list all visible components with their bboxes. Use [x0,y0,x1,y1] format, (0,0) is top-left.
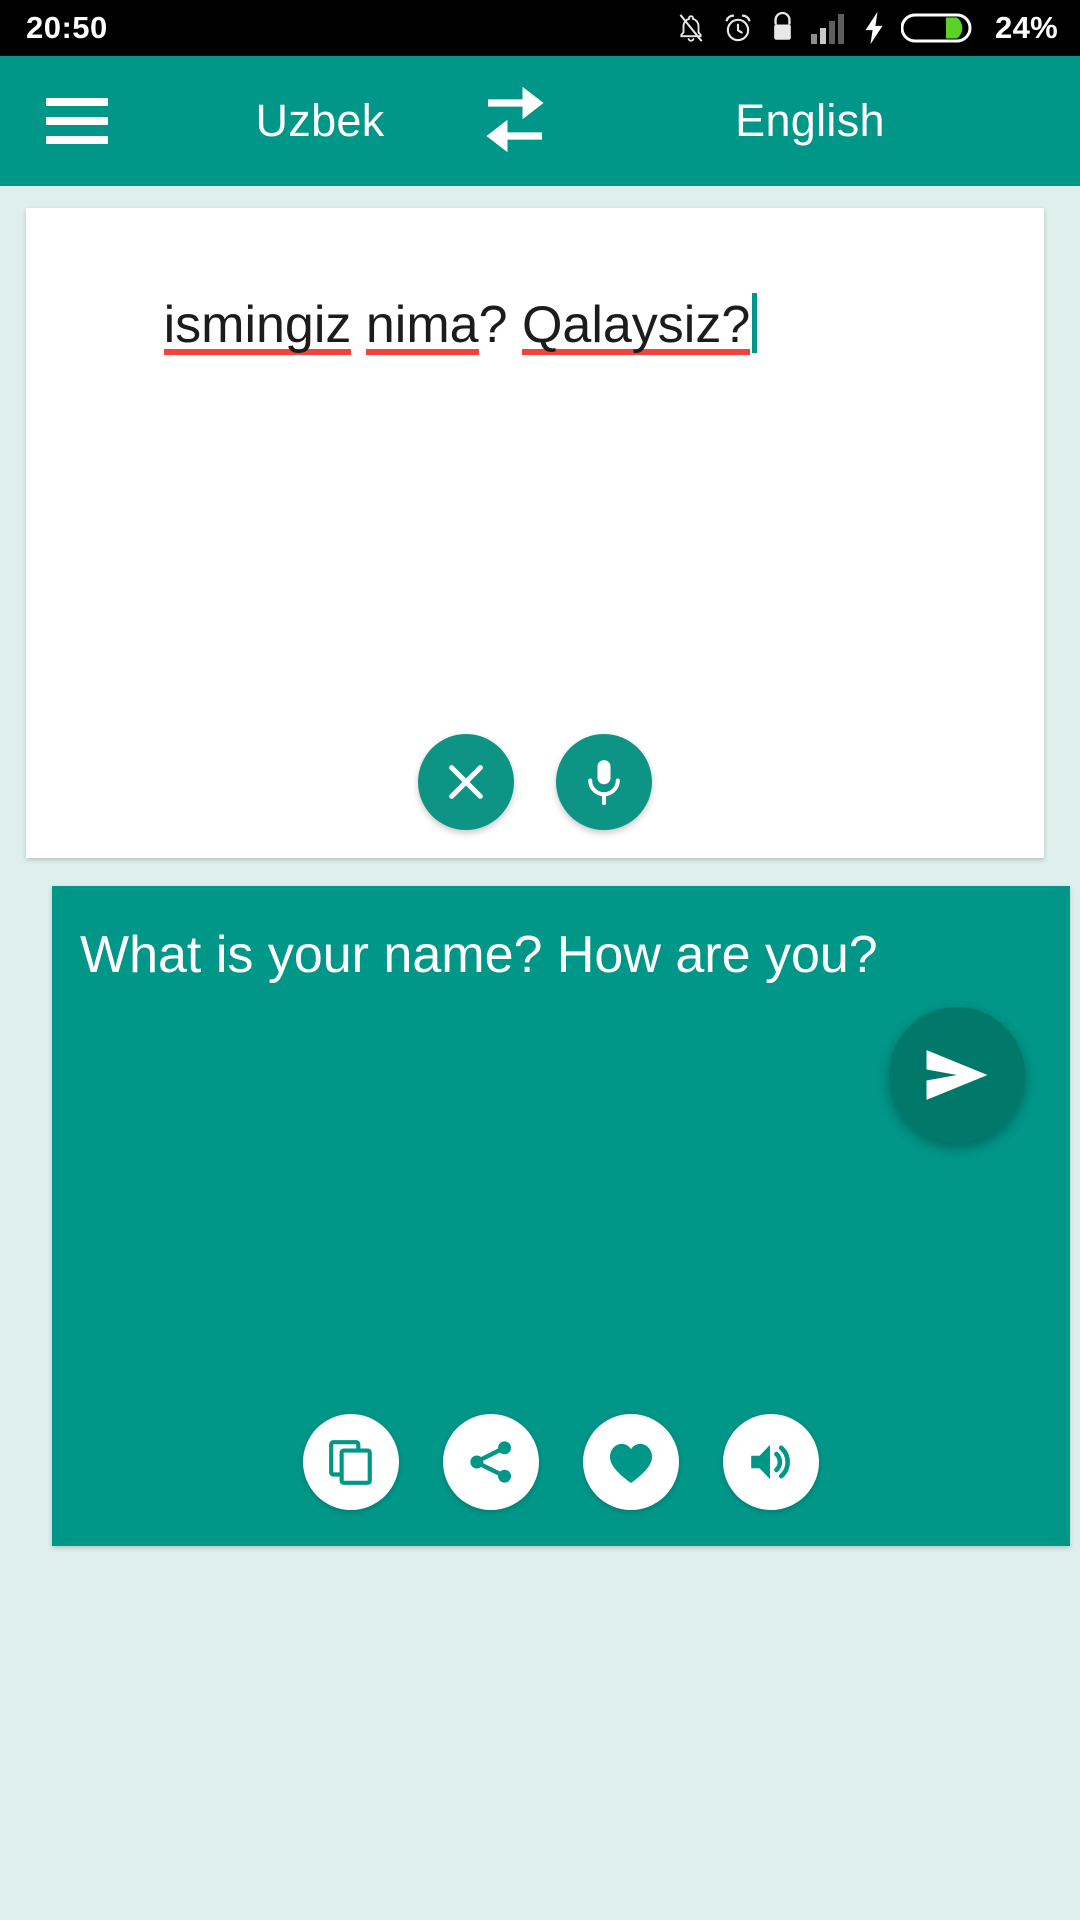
mic-button[interactable] [556,734,652,830]
swap-languages-icon[interactable] [470,82,560,160]
translated-text-card: What is your name? How are you? [52,886,1070,1546]
copy-button[interactable] [303,1414,399,1510]
source-space-1 [351,296,365,354]
battery-percent-label: 24% [995,10,1058,45]
menu-bar-2 [46,117,108,125]
close-icon [449,765,483,799]
favorite-button[interactable] [583,1414,679,1510]
status-bar: 20:50 24% [0,0,1080,56]
status-icon-tray: 24% [676,10,1058,46]
usb-lock-icon [770,11,795,45]
battery-icon [901,11,975,45]
source-word-1: ismingiz [163,296,352,356]
source-language-selector[interactable]: Uzbek [175,95,465,147]
translated-text: What is your name? How are you? [80,926,878,984]
speak-button[interactable] [723,1414,819,1510]
share-button[interactable] [443,1414,539,1510]
source-word-2: nima [365,296,479,356]
main-content: ismingiz nima? Qalaysiz? What is your na… [0,186,1080,1546]
microphone-icon [588,760,620,806]
speaker-icon [751,1444,790,1480]
clear-button[interactable] [418,734,514,830]
input-action-row [26,734,1044,830]
menu-icon[interactable] [46,98,108,144]
send-button[interactable] [889,1007,1025,1143]
signal-bars-icon [811,12,847,44]
translator-app-screen: 20:50 24% Uzbek English ismingiz nima? Q… [0,0,1080,1920]
send-icon [926,1050,988,1100]
source-punct-1: ? [478,296,522,355]
output-action-row [52,1414,1070,1510]
status-clock: 20:50 [26,10,108,45]
copy-icon [329,1440,372,1485]
charging-bolt-icon [863,11,885,45]
source-text-card[interactable]: ismingiz nima? Qalaysiz? [26,208,1044,858]
menu-bar-1 [46,98,108,106]
source-word-3: Qalaysiz? [521,296,751,356]
text-caret [752,293,758,354]
app-toolbar: Uzbek English [0,56,1080,186]
menu-bar-3 [46,136,108,144]
share-icon [470,1441,511,1483]
alarm-icon [722,11,754,45]
notifications-off-icon [676,11,706,45]
heart-icon [609,1443,653,1484]
source-text-input[interactable]: ismingiz nima? Qalaysiz? [48,293,758,413]
target-language-selector[interactable]: English [600,95,1020,147]
